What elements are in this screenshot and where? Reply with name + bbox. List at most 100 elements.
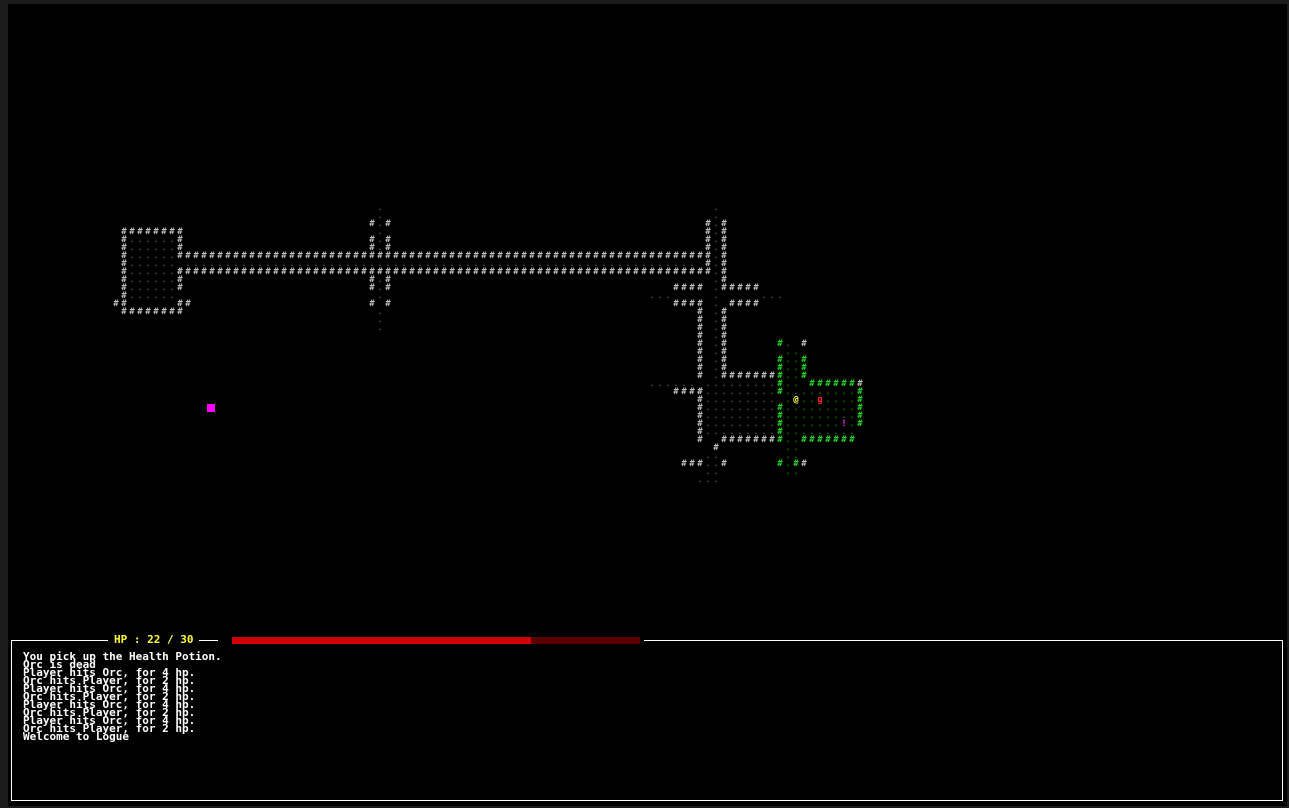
floor-tile: . bbox=[777, 291, 783, 301]
floor-tile: . bbox=[633, 259, 639, 269]
wall-tile: # bbox=[369, 219, 375, 229]
floor-tile: . bbox=[665, 379, 671, 389]
floor-tile: . bbox=[793, 467, 799, 477]
floor-tile: . bbox=[657, 259, 663, 269]
floor-tile: . bbox=[753, 427, 759, 437]
wall-tile: # bbox=[385, 219, 391, 229]
floor-tile: . bbox=[521, 259, 527, 269]
wall-tile: # bbox=[737, 435, 743, 445]
floor-tile: . bbox=[833, 427, 839, 437]
wall-tile: # bbox=[745, 299, 751, 309]
wall-tile: # bbox=[753, 299, 759, 309]
floor-tile: . bbox=[273, 259, 279, 269]
orc-glyph: g bbox=[817, 395, 823, 405]
wall-tile: # bbox=[777, 435, 783, 445]
floor-tile: . bbox=[137, 291, 143, 301]
wall-tile: # bbox=[185, 299, 191, 309]
wall-tile: # bbox=[609, 267, 615, 277]
wall-tile: # bbox=[193, 267, 199, 277]
message-log-panel: HP : 22 / 30 You pick up the Health Poti… bbox=[11, 633, 1283, 801]
floor-tile: . bbox=[569, 259, 575, 269]
floor-tile: . bbox=[689, 379, 695, 389]
floor-tile: . bbox=[129, 291, 135, 301]
wall-tile: # bbox=[241, 267, 247, 277]
wall-tile: # bbox=[833, 435, 839, 445]
floor-tile: . bbox=[529, 259, 535, 269]
wall-tile: # bbox=[369, 299, 375, 309]
wall-tile: # bbox=[417, 267, 423, 277]
wall-tile: # bbox=[617, 267, 623, 277]
wall-tile: # bbox=[497, 267, 503, 277]
floor-tile: . bbox=[705, 427, 711, 437]
wall-tile: # bbox=[817, 435, 823, 445]
wall-tile: # bbox=[425, 267, 431, 277]
wall-tile: # bbox=[665, 267, 671, 277]
wall-tile: # bbox=[169, 307, 175, 317]
floor-tile: . bbox=[361, 259, 367, 269]
floor-tile: . bbox=[705, 467, 711, 477]
message-log: You pick up the Health Potion. Orc is de… bbox=[23, 651, 222, 742]
wall-tile: # bbox=[385, 283, 391, 293]
floor-tile: . bbox=[641, 259, 647, 269]
floor-tile: . bbox=[377, 291, 383, 301]
wall-tile: # bbox=[641, 267, 647, 277]
floor-tile: . bbox=[689, 259, 695, 269]
floor-tile: . bbox=[441, 259, 447, 269]
wall-tile: # bbox=[353, 267, 359, 277]
wall-tile: # bbox=[361, 267, 367, 277]
wall-tile: # bbox=[345, 267, 351, 277]
floor-tile: . bbox=[209, 259, 215, 269]
wall-tile: # bbox=[297, 267, 303, 277]
floor-tile: . bbox=[425, 259, 431, 269]
floor-tile: . bbox=[241, 259, 247, 269]
floor-tile: . bbox=[297, 259, 303, 269]
wall-tile: # bbox=[177, 251, 183, 261]
floor-tile: . bbox=[585, 259, 591, 269]
wall-tile: # bbox=[801, 371, 807, 381]
wall-tile: # bbox=[553, 267, 559, 277]
floor-tile: . bbox=[257, 259, 263, 269]
floor-tile: . bbox=[681, 259, 687, 269]
floor-tile: . bbox=[577, 259, 583, 269]
wall-tile: # bbox=[505, 267, 511, 277]
floor-tile: . bbox=[625, 259, 631, 269]
wall-tile: # bbox=[585, 267, 591, 277]
hp-bar-gap-right bbox=[640, 635, 644, 645]
wall-tile: # bbox=[217, 267, 223, 277]
wall-tile: # bbox=[841, 435, 847, 445]
floor-tile: . bbox=[321, 259, 327, 269]
wall-tile: # bbox=[401, 267, 407, 277]
wall-tile: # bbox=[457, 267, 463, 277]
floor-tile: . bbox=[609, 259, 615, 269]
wall-tile: # bbox=[761, 435, 767, 445]
wall-tile: # bbox=[369, 283, 375, 293]
wall-tile: # bbox=[161, 307, 167, 317]
floor-tile: . bbox=[561, 259, 567, 269]
wall-tile: # bbox=[825, 435, 831, 445]
magenta-marker bbox=[207, 404, 215, 412]
floor-tile: . bbox=[473, 259, 479, 269]
floor-tile: . bbox=[193, 259, 199, 269]
wall-tile: # bbox=[305, 267, 311, 277]
floor-tile: . bbox=[721, 427, 727, 437]
wall-tile: # bbox=[745, 283, 751, 293]
wall-tile: # bbox=[313, 267, 319, 277]
wall-tile: # bbox=[225, 267, 231, 277]
floor-tile: . bbox=[169, 291, 175, 301]
wall-tile: # bbox=[569, 267, 575, 277]
wall-tile: # bbox=[545, 267, 551, 277]
wall-tile: # bbox=[185, 267, 191, 277]
wall-tile: # bbox=[681, 283, 687, 293]
wall-tile: # bbox=[657, 267, 663, 277]
wall-tile: # bbox=[769, 435, 775, 445]
wall-tile: # bbox=[681, 299, 687, 309]
wall-tile: # bbox=[249, 267, 255, 277]
floor-tile: . bbox=[769, 291, 775, 301]
wall-tile: # bbox=[721, 459, 727, 469]
wall-tile: # bbox=[697, 371, 703, 381]
floor-tile: . bbox=[497, 259, 503, 269]
floor-tile: . bbox=[665, 291, 671, 301]
floor-tile: . bbox=[601, 259, 607, 269]
floor-tile: . bbox=[377, 323, 383, 333]
wall-tile: # bbox=[289, 267, 295, 277]
